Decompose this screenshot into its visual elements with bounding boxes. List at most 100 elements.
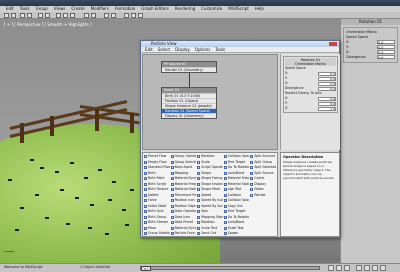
particle [66,223,70,225]
axis-z-spinner[interactable]: 1.0 [318,106,336,111]
operator-row[interactable]: Display 01 (Geometry) [162,113,216,118]
operator-icon [223,171,227,175]
param-label: Z: [285,106,289,110]
operator-icon [223,199,227,203]
operator-icon [170,199,174,203]
angle-snap-icon[interactable] [91,13,96,18]
render-icon[interactable] [138,13,143,18]
operator-icon [223,215,227,219]
command-panel: Rotation 01 Orientation Matrix Speed Spa… [340,19,400,263]
fence-post [95,109,99,131]
operator-icon [144,171,147,175]
time-slider[interactable]: 0 / 100 [140,266,320,272]
maximize-viewport-icon[interactable] [380,265,386,271]
particle-view-title: Particle View [151,41,177,46]
y-spinner[interactable]: 0.0 [318,76,336,81]
orbit-icon[interactable] [372,265,378,271]
operator-icon [144,215,147,219]
pv-menu-select[interactable]: Select [158,47,170,52]
operator-row-selected[interactable]: Rotation 01 (Speed Space) [162,108,216,113]
unlink-icon[interactable] [27,13,32,18]
snap-icon[interactable] [84,13,89,18]
operator-row[interactable]: Render 01 (Geometry) [162,67,216,72]
axis-y-spinner[interactable]: 0.0 [318,101,336,106]
mirror-icon[interactable] [104,13,109,18]
z-spinner[interactable]: 0.0 [318,81,336,86]
move-icon[interactable] [56,13,61,18]
operator-icon [250,193,254,197]
next-frame-icon[interactable] [344,265,350,271]
play-icon[interactable] [336,265,342,271]
source-event-node[interactable]: PF Source 01 Render 01 (Geometry) [161,61,217,73]
y-spinner[interactable]: 0.0 [377,45,395,50]
divergence-spinner[interactable]: 0.0 [318,86,336,91]
select-object-icon[interactable] [38,13,43,18]
event-display[interactable]: PF Source 01 Render 01 (Geometry) Event … [142,54,278,150]
particle [88,227,92,229]
pv-menu-tools[interactable]: Tools [215,47,225,52]
material-editor-icon[interactable] [124,13,129,18]
description-text: Shape Instance creates particles whose s… [283,160,335,180]
restrict-axis-checkbox[interactable]: Restrict Diverg. To Axis [285,91,322,96]
selection-status: 1 Object Selected [80,265,111,269]
rotate-icon[interactable] [63,13,68,18]
x-spinner[interactable]: 0.0 [377,40,395,45]
operator-icon [197,199,201,203]
scale-icon[interactable] [70,13,75,18]
redo-icon[interactable] [11,13,16,18]
status-bar: Welcome to MAXScript 1 Object Selected 0… [0,263,400,272]
depot-item[interactable]: Send Out [197,231,223,237]
operator-row[interactable]: Shape Instance 01 (people) [162,103,216,108]
depot-item[interactable]: Group Selection [144,231,170,237]
select-link-icon[interactable] [20,13,25,18]
align-icon[interactable] [111,13,116,18]
operator-icon [144,232,147,236]
undo-icon[interactable] [4,13,9,18]
operator-icon [144,210,147,214]
close-icon[interactable] [329,42,337,46]
particle-view-title-bar[interactable]: Particle View [141,41,339,47]
birth-event-node[interactable]: Event 01 Birth 01 (0-0 T:1000) Position … [161,87,217,119]
prev-frame-icon[interactable] [328,265,334,271]
operator-depot: Preset FlowGroup OperatorRotationCollisi… [142,152,278,237]
operator-icon [144,193,147,197]
depot-item-label: Send Out [201,231,217,235]
operator-icon [223,193,227,197]
z-spinner[interactable]: 0.0 [377,50,395,55]
time-slider-thumb[interactable]: 0 / 100 [141,266,151,272]
divergence-spinner[interactable]: 0.0 [377,55,395,60]
axis-x-spinner[interactable]: 0.0 [318,96,336,101]
depot-item[interactable]: Particle Face Creator [170,231,196,237]
x-spinner[interactable]: 0.0 [318,71,336,76]
zoom-icon[interactable] [356,265,362,271]
parameters-panel: Rotation 01 Orientation Matrix Speed Spa… [280,54,340,150]
operator-icon [170,210,174,214]
operator-icon [223,204,227,208]
pv-menu-edit[interactable]: Edit [145,47,153,52]
maxscript-listener[interactable]: Welcome to MAXScript [4,265,42,269]
operator-icon [197,232,201,236]
operator-icon [250,171,254,175]
particle [122,209,126,211]
select-by-name-icon[interactable] [45,13,50,18]
particle-view-window[interactable]: Particle View Edit Select Display Option… [140,40,340,238]
operator-icon [223,177,227,181]
operator-icon [223,221,227,225]
depot-item[interactable]: Spawn [223,231,250,237]
operator-icon [250,166,254,170]
command-panel-header: Rotation 01 [341,19,400,25]
operator-icon [223,166,227,170]
viewport-label[interactable]: [ + ] [ Perspective ] [ Smooth + Highlig… [4,22,92,27]
particle [45,217,49,219]
operator-icon [144,188,147,192]
operator-icon [170,204,174,208]
operator-icon [197,182,201,186]
pv-menu-display[interactable]: Display [175,47,190,52]
operator-icon [144,199,147,203]
render-setup-icon[interactable] [131,13,136,18]
rotation-group: Orientation Matrix Speed Space X: 0.0 Y: 0… [343,27,398,63]
pv-menu-options[interactable]: Options [195,47,210,52]
particle [8,179,12,181]
pan-icon[interactable] [364,265,370,271]
particle [55,171,59,173]
